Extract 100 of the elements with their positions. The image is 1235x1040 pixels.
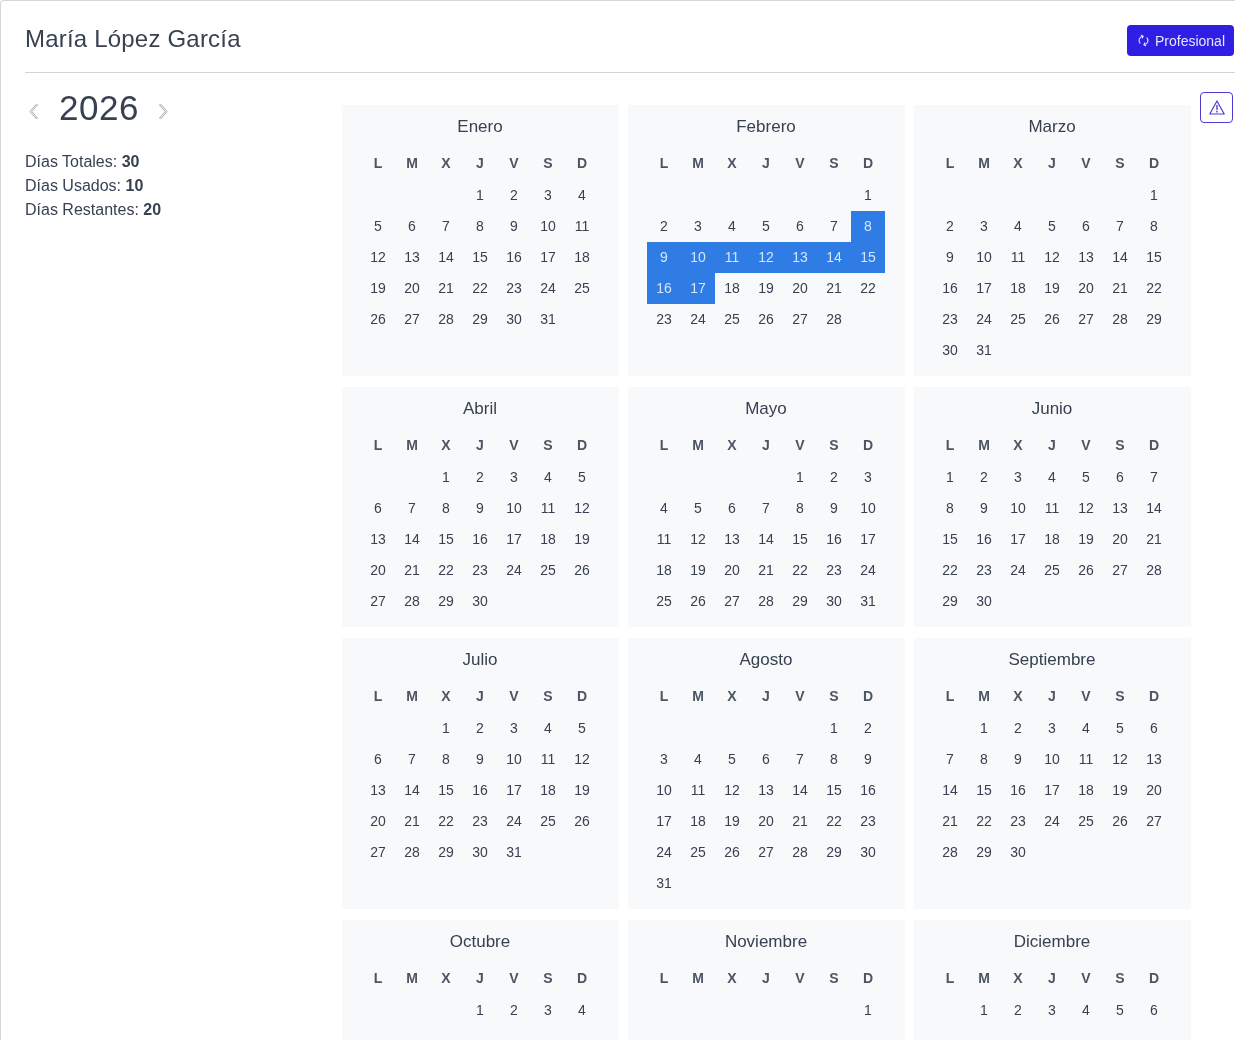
calendar-day[interactable]: 23 [933, 304, 967, 335]
chevron-right-icon[interactable] [157, 103, 169, 119]
calendar-day[interactable]: 1 [463, 180, 497, 211]
calendar-day[interactable]: 2 [647, 211, 681, 242]
calendar-day[interactable]: 19 [681, 555, 715, 586]
calendar-day[interactable]: 10 [1035, 744, 1069, 775]
calendar-day[interactable]: 23 [647, 304, 681, 335]
calendar-day[interactable]: 10 [647, 775, 681, 806]
calendar-day[interactable]: 21 [783, 806, 817, 837]
calendar-day[interactable]: 6 [1137, 995, 1171, 1026]
calendar-day[interactable]: 2 [497, 180, 531, 211]
calendar-day[interactable]: 5 [681, 493, 715, 524]
calendar-day[interactable]: 23 [463, 806, 497, 837]
calendar-day[interactable]: 26 [715, 837, 749, 868]
calendar-day[interactable]: 24 [497, 806, 531, 837]
calendar-day[interactable]: 16 [817, 524, 851, 555]
calendar-day[interactable]: 6 [395, 211, 429, 242]
calendar-day[interactable]: 20 [361, 555, 395, 586]
calendar-day[interactable]: 20 [395, 273, 429, 304]
calendar-day[interactable]: 15 [817, 775, 851, 806]
calendar-day[interactable]: 28 [395, 586, 429, 617]
calendar-day[interactable]: 27 [1137, 806, 1171, 837]
calendar-day[interactable]: 8 [429, 744, 463, 775]
calendar-day[interactable]: 4 [565, 180, 599, 211]
calendar-day[interactable]: 27 [395, 304, 429, 335]
calendar-day[interactable]: 12 [565, 744, 599, 775]
calendar-day[interactable]: 30 [463, 586, 497, 617]
calendar-day[interactable]: 21 [1137, 524, 1171, 555]
calendar-day[interactable]: 7 [429, 211, 463, 242]
calendar-day[interactable]: 3 [647, 744, 681, 775]
calendar-day[interactable]: 9 [967, 493, 1001, 524]
calendar-day[interactable]: 8 [783, 493, 817, 524]
calendar-day[interactable]: 1 [429, 713, 463, 744]
calendar-day[interactable]: 19 [565, 524, 599, 555]
calendar-day[interactable]: 14 [1137, 493, 1171, 524]
calendar-day[interactable]: 20 [1103, 524, 1137, 555]
calendar-day[interactable]: 24 [681, 304, 715, 335]
calendar-day[interactable]: 27 [749, 837, 783, 868]
calendar-day[interactable]: 5 [565, 713, 599, 744]
calendar-day[interactable]: 16 [1001, 775, 1035, 806]
calendar-day[interactable]: 5 [1069, 462, 1103, 493]
calendar-day[interactable]: 4 [531, 462, 565, 493]
calendar-day[interactable]: 2 [1001, 713, 1035, 744]
calendar-day[interactable]: 8 [933, 493, 967, 524]
calendar-day[interactable]: 25 [1035, 555, 1069, 586]
calendar-day[interactable]: 16 [967, 524, 1001, 555]
calendar-day[interactable]: 11 [681, 775, 715, 806]
calendar-day[interactable]: 31 [497, 837, 531, 868]
calendar-day[interactable]: 14 [1103, 242, 1137, 273]
calendar-day[interactable]: 12 [1103, 744, 1137, 775]
calendar-day[interactable]: 21 [933, 806, 967, 837]
calendar-day[interactable]: 16 [497, 242, 531, 273]
calendar-day[interactable]: 30 [817, 586, 851, 617]
calendar-day[interactable]: 26 [1103, 806, 1137, 837]
calendar-day[interactable]: 18 [1001, 273, 1035, 304]
calendar-day[interactable]: 23 [817, 555, 851, 586]
calendar-day[interactable]: 11 [565, 211, 599, 242]
calendar-day[interactable]: 1 [817, 713, 851, 744]
calendar-day[interactable]: 3 [967, 211, 1001, 242]
calendar-day[interactable]: 1 [967, 713, 1001, 744]
calendar-day[interactable]: 7 [1137, 462, 1171, 493]
calendar-day[interactable]: 8 [817, 744, 851, 775]
calendar-day[interactable]: 25 [647, 586, 681, 617]
calendar-day[interactable]: 21 [395, 555, 429, 586]
calendar-day[interactable]: 9 [817, 493, 851, 524]
calendar-day[interactable]: 1 [783, 462, 817, 493]
calendar-day[interactable]: 18 [715, 273, 749, 304]
calendar-day[interactable]: 3 [531, 180, 565, 211]
calendar-day[interactable]: 20 [783, 273, 817, 304]
calendar-day[interactable]: 13 [1137, 744, 1171, 775]
calendar-day[interactable]: 9 [463, 744, 497, 775]
calendar-day[interactable]: 1 [463, 995, 497, 1026]
calendar-day[interactable]: 9 [933, 242, 967, 273]
calendar-day[interactable]: 15 [463, 242, 497, 273]
calendar-day[interactable]: 31 [531, 304, 565, 335]
calendar-day[interactable]: 3 [497, 713, 531, 744]
calendar-day[interactable]: 24 [1001, 555, 1035, 586]
calendar-day[interactable]: 30 [967, 586, 1001, 617]
calendar-day[interactable]: 23 [463, 555, 497, 586]
calendar-day[interactable]: 15 [429, 775, 463, 806]
calendar-day[interactable]: 7 [1103, 211, 1137, 242]
calendar-day[interactable]: 22 [817, 806, 851, 837]
calendar-day[interactable]: 22 [783, 555, 817, 586]
calendar-day[interactable]: 20 [1137, 775, 1171, 806]
calendar-day[interactable]: 7 [817, 211, 851, 242]
calendar-day[interactable]: 23 [1001, 806, 1035, 837]
calendar-day[interactable]: 6 [1103, 462, 1137, 493]
calendar-day[interactable]: 19 [1103, 775, 1137, 806]
calendar-day[interactable]: 24 [1035, 806, 1069, 837]
calendar-day[interactable]: 26 [565, 806, 599, 837]
calendar-day[interactable]: 13 [395, 242, 429, 273]
calendar-day[interactable]: 3 [531, 995, 565, 1026]
calendar-day[interactable]: 29 [933, 586, 967, 617]
calendar-day[interactable]: 27 [715, 586, 749, 617]
calendar-day[interactable]: 6 [783, 211, 817, 242]
calendar-day[interactable]: 1 [429, 462, 463, 493]
calendar-day[interactable]: 26 [565, 555, 599, 586]
calendar-day[interactable]: 22 [933, 555, 967, 586]
calendar-day[interactable]: 19 [361, 273, 395, 304]
calendar-day[interactable]: 28 [429, 304, 463, 335]
